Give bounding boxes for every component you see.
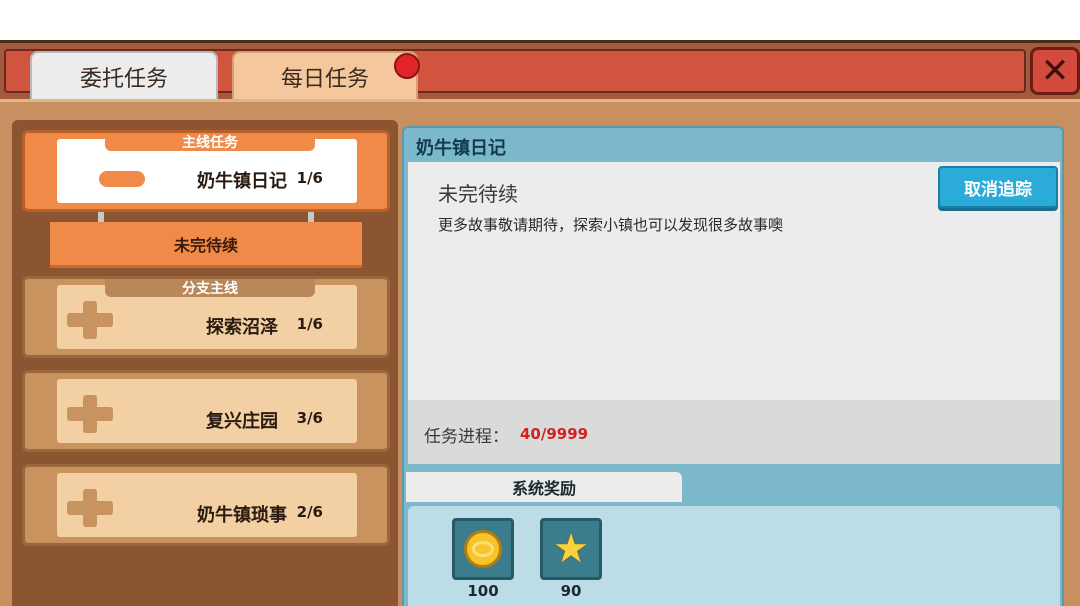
progress-value: 40/9999 bbox=[520, 425, 589, 443]
reward-tab-label: 系统奖励 bbox=[511, 479, 576, 498]
plus-icon[interactable] bbox=[67, 301, 113, 339]
detail-description: 更多故事敬请期待，探索小镇也可以发现很多故事噢 bbox=[438, 216, 784, 234]
tab-system-rewards[interactable]: 系统奖励 bbox=[404, 470, 684, 504]
close-x-icon: ✕ bbox=[1040, 51, 1070, 91]
star-icon: ★ bbox=[553, 526, 589, 572]
subquest-item[interactable]: 未完待续 bbox=[50, 222, 362, 268]
reward-list: 100 ★ 90 bbox=[408, 506, 1060, 606]
progress-label: 任务进程： bbox=[424, 427, 509, 447]
reward-amount: 100 bbox=[467, 582, 499, 600]
quest-window: 委托任务 每日任务 ✕ 奶牛镇日记 1/6 主线任务 未完待续 探索沼泽 1/6… bbox=[0, 40, 1080, 606]
quest-item-main[interactable]: 奶牛镇日记 1/6 主线任务 bbox=[22, 130, 390, 212]
reward-amount: 90 bbox=[560, 582, 582, 600]
quest-category: 分支主线 bbox=[105, 279, 315, 297]
quest-progress: 2/6 bbox=[296, 503, 323, 521]
close-button[interactable]: ✕ bbox=[1030, 47, 1080, 95]
plus-icon[interactable] bbox=[67, 395, 113, 433]
reward-slot: ★ bbox=[540, 518, 602, 580]
reward-slot bbox=[452, 518, 514, 580]
detail-heading: 未完待续 bbox=[438, 182, 518, 206]
gold-coin-icon bbox=[464, 530, 502, 568]
card-leg bbox=[308, 212, 314, 222]
quest-detail-panel: 奶牛镇日记 未完待续 更多故事敬请期待，探索小镇也可以发现很多故事噢 取消追踪 … bbox=[402, 126, 1064, 606]
tab-label: 每日任务 bbox=[280, 67, 369, 92]
plus-icon[interactable] bbox=[67, 489, 113, 527]
quest-item-town-chores[interactable]: 奶牛镇琐事 2/6 bbox=[22, 464, 390, 546]
quest-progress: 1/6 bbox=[296, 315, 323, 333]
reward-item-star[interactable]: ★ 90 bbox=[540, 518, 602, 600]
quest-item-branch[interactable]: 探索沼泽 1/6 分支主线 bbox=[22, 276, 390, 358]
card-leg bbox=[98, 212, 104, 222]
untrack-label: 取消追踪 bbox=[964, 179, 1032, 200]
detail-title: 奶牛镇日记 bbox=[416, 138, 506, 159]
tab-label: 委托任务 bbox=[79, 67, 168, 92]
quest-list: 奶牛镇日记 1/6 主线任务 未完待续 探索沼泽 1/6 分支主线 复兴庄园 3… bbox=[12, 120, 398, 606]
detail-body: 未完待续 更多故事敬请期待，探索小镇也可以发现很多故事噢 取消追踪 bbox=[408, 162, 1060, 400]
reward-item-coin[interactable]: 100 bbox=[452, 518, 514, 600]
content-board: 奶牛镇日记 1/6 主线任务 未完待续 探索沼泽 1/6 分支主线 复兴庄园 3… bbox=[0, 99, 1080, 606]
quest-progress: 1/6 bbox=[296, 169, 323, 187]
tab-daily-quests[interactable]: 每日任务 bbox=[232, 51, 418, 103]
subquest-label: 未完待续 bbox=[173, 235, 238, 255]
quest-item-revive-manor[interactable]: 复兴庄园 3/6 bbox=[22, 370, 390, 452]
quest-category: 主线任务 bbox=[105, 133, 315, 151]
quest-progress: 3/6 bbox=[296, 409, 323, 427]
tab-commission-quests[interactable]: 委托任务 bbox=[30, 51, 218, 103]
notification-dot-icon bbox=[394, 53, 420, 79]
quest-progress-row: 任务进程： 40/9999 bbox=[408, 400, 1060, 464]
untrack-button[interactable]: 取消追踪 bbox=[938, 166, 1058, 208]
